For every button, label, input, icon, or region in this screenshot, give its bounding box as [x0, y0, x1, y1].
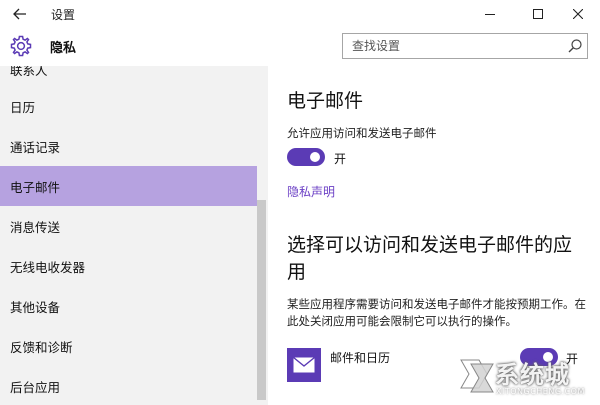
search-icon[interactable] — [567, 38, 583, 54]
maximize-button[interactable] — [516, 0, 560, 28]
watermark-text: 系统城 — [495, 361, 570, 389]
toggle-knob — [310, 152, 320, 162]
sidebar-scrollbar[interactable] — [257, 200, 266, 400]
sidebar: 联系人 日历 通话记录 电子邮件 消息传送 无线电收发器 其他设备 反馈和诊断 … — [0, 66, 268, 405]
sidebar-item-other-devices[interactable]: 其他设备 — [0, 286, 257, 326]
watermark-subtext: XITONGCHENG.COM — [496, 387, 585, 396]
mail-icon — [293, 357, 315, 373]
sidebar-item-messaging[interactable]: 消息传送 — [0, 206, 257, 246]
sidebar-item-email[interactable]: 电子邮件 — [0, 166, 257, 206]
gear-icon — [10, 35, 32, 57]
search-box[interactable] — [342, 33, 588, 59]
minimize-button[interactable] — [468, 0, 512, 28]
maximize-icon — [533, 9, 543, 19]
mail-app-name: 邮件和日历 — [330, 351, 391, 365]
sidebar-item-label: 无线电收发器 — [10, 259, 86, 275]
choose-apps-description: 某些应用程序需要访问和发送电子邮件才能按预期工作。在此处关闭应用可能会限制它可以… — [287, 297, 586, 328]
title-bar: 设置 — [0, 0, 600, 28]
sidebar-item-call-history[interactable]: 通话记录 — [0, 126, 257, 166]
watermark: 系统城 XITONGCHENG.COM — [455, 352, 600, 405]
search-input[interactable] — [343, 34, 563, 58]
back-arrow-icon — [13, 8, 26, 20]
header: 隐私 — [0, 28, 600, 66]
sidebar-item-label: 日历 — [10, 99, 36, 115]
privacy-statement-link[interactable]: 隐私声明 — [287, 183, 335, 200]
sidebar-item-feedback[interactable]: 反馈和诊断 — [0, 326, 257, 366]
page-title: 电子邮件 — [287, 90, 364, 112]
sidebar-item-label: 通话记录 — [10, 139, 61, 155]
sidebar-item-label: 后台应用 — [10, 379, 61, 395]
email-access-toggle-label: 开 — [334, 152, 347, 166]
sidebar-item-label: 其他设备 — [10, 299, 61, 315]
close-button[interactable] — [556, 0, 600, 28]
watermark-logo-icon — [460, 359, 494, 393]
minimize-icon — [485, 14, 495, 15]
sidebar-item-label: 电子邮件 — [10, 179, 61, 195]
sidebar-item-background-apps[interactable]: 后台应用 — [0, 366, 257, 405]
back-button[interactable] — [8, 2, 32, 26]
window-title: 设置 — [51, 8, 76, 22]
sidebar-item-label: 反馈和诊断 — [10, 339, 73, 355]
sidebar-item-label: 消息传送 — [10, 219, 61, 235]
email-access-toggle[interactable] — [287, 148, 325, 166]
section-title: 隐私 — [50, 41, 77, 56]
sidebar-item-radios[interactable]: 无线电收发器 — [0, 246, 257, 286]
mail-app-tile — [287, 348, 321, 382]
sidebar-item-calendar[interactable]: 日历 — [0, 86, 257, 126]
choose-apps-heading: 选择可以访问和发送电子邮件的应用 — [287, 234, 573, 283]
sidebar-item-label: 联系人 — [10, 66, 48, 78]
allow-email-label: 允许应用访问和发送电子邮件 — [287, 126, 437, 140]
close-icon — [573, 9, 583, 19]
